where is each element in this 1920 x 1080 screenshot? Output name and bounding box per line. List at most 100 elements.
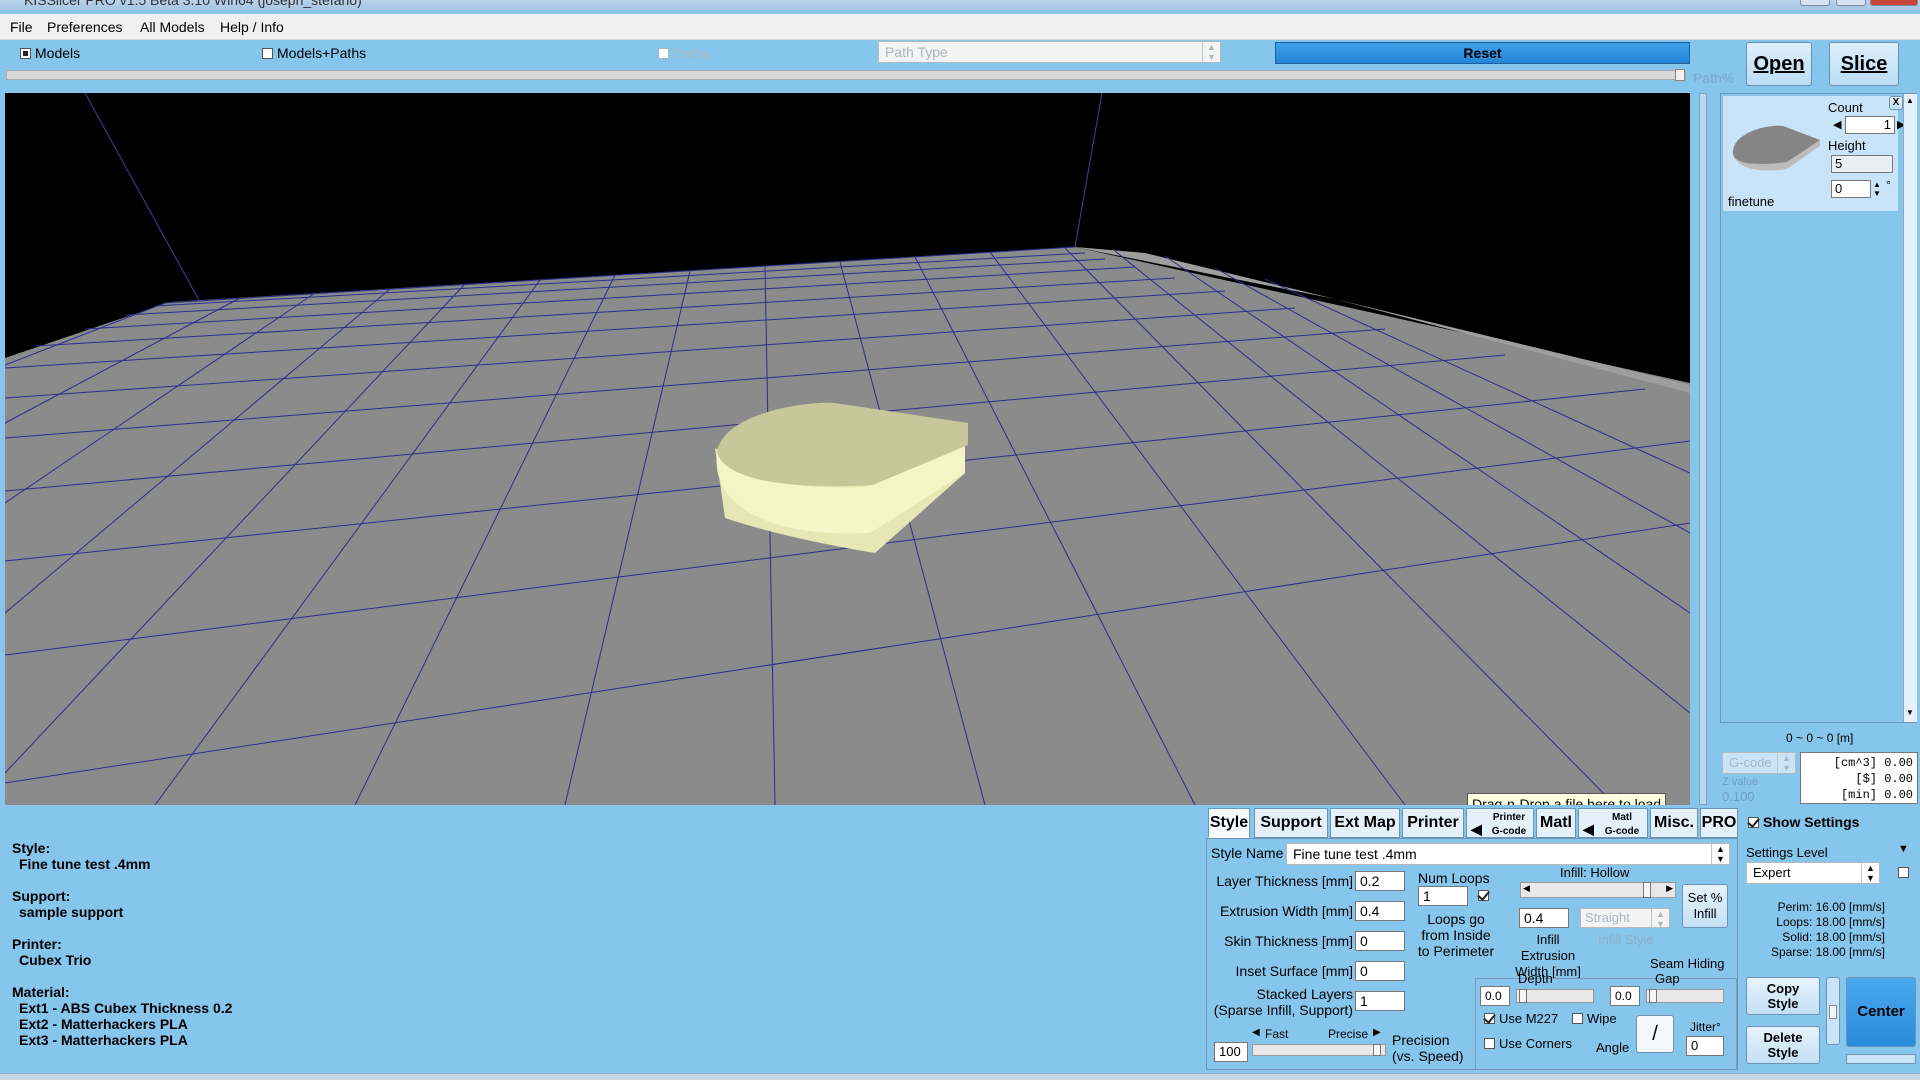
menu-file[interactable]: File (10, 19, 33, 35)
tab-matl-gcode[interactable]: ◀ Matl G-code (1578, 808, 1648, 838)
menu-help-info[interactable]: Help / Info (220, 19, 284, 35)
depth-slider[interactable] (1516, 989, 1594, 1003)
show-settings-checkbox[interactable]: Show Settings (1748, 814, 1859, 830)
center-button-strip[interactable] (1846, 1054, 1916, 1064)
center-button[interactable]: Center (1846, 977, 1916, 1047)
jitter-input[interactable]: 0 (1686, 1036, 1724, 1056)
rotation-spinner-icon[interactable]: ▲ ▼ (1873, 180, 1881, 198)
style-list-scroller[interactable] (1826, 977, 1840, 1045)
minimize-button[interactable] (1800, 0, 1830, 6)
inset-surface-input[interactable]: 0 (1355, 961, 1405, 981)
paths-radio[interactable]: Paths (658, 45, 709, 61)
3d-viewport[interactable]: Drag-n-Drop a file here to load (5, 93, 1690, 805)
num-loops-input[interactable]: 1 (1418, 886, 1468, 906)
open-button[interactable]: Open (1746, 42, 1812, 86)
gcode-select[interactable]: G-code ▲ ▼ (1722, 752, 1796, 774)
use-m227-checkbox[interactable]: Use M227 (1484, 1011, 1558, 1026)
tab-pro[interactable]: PRO (1700, 808, 1738, 838)
settings-level-select[interactable]: Expert ▲ ▼ (1746, 862, 1880, 884)
set-infill-button[interactable]: Set % Infill (1682, 884, 1728, 928)
material-summary-value-2: Ext2 - Matterhackers PLA (19, 1016, 188, 1032)
path-slider-handle[interactable] (1675, 69, 1685, 81)
model-list-panel: finetune Count ◀ 1 ▶ Height 5 0 ▲ ▼ ° X ▲… (1720, 93, 1917, 723)
tab-ext-map[interactable]: Ext Map (1330, 808, 1400, 838)
menu-preferences[interactable]: Preferences (47, 19, 122, 35)
gap-input[interactable]: 0.0 (1610, 986, 1640, 1006)
scroll-down-icon[interactable]: ▼ (1906, 708, 1914, 717)
tab-printer[interactable]: Printer (1402, 808, 1464, 838)
path-type-select[interactable]: Path Type ▲ ▼ (878, 41, 1221, 63)
chevron-down-icon[interactable]: ▼ (1898, 843, 1909, 855)
models-paths-radio-box[interactable] (262, 47, 273, 59)
scroll-up-icon[interactable]: ▲ (1906, 96, 1914, 105)
delete-style-button[interactable]: Delete Style (1746, 1026, 1820, 1064)
use-corners-checkbox[interactable]: Use Corners (1484, 1036, 1572, 1051)
perim-speed: Perim: 16.00 [mm/s] (1777, 900, 1885, 914)
splitter-bar[interactable] (1699, 93, 1707, 805)
stacked-layers-label-line1: Stacked Layers (1256, 986, 1354, 1002)
style-list-scroller-handle[interactable] (1829, 1005, 1837, 1019)
tab-printer-gcode[interactable]: ◀ Printer G-code (1466, 808, 1534, 838)
stacked-layers-input[interactable]: 1 (1355, 991, 1405, 1011)
count-decrement-icon[interactable]: ◀ (1833, 118, 1841, 131)
path-percent-slider[interactable] (6, 69, 1686, 81)
num-loops-checkbox[interactable] (1478, 890, 1489, 901)
count-input[interactable]: 1 (1845, 116, 1895, 134)
loops-direction-label: Loops go from Inside to Perimeter (1416, 911, 1496, 959)
infill-slider[interactable]: ◀ ▶ (1520, 882, 1676, 898)
wipe-checkbox[interactable]: Wipe (1572, 1011, 1617, 1026)
angle-label: Angle (1596, 1040, 1630, 1055)
slice-button[interactable]: Slice (1829, 42, 1899, 86)
style-name-select[interactable]: Fine tune test .4mm ▲ ▼ (1286, 843, 1730, 865)
models-radio[interactable]: Models (20, 45, 80, 61)
skin-thickness-input[interactable]: 0 (1355, 931, 1405, 951)
gap-label: Gap (1655, 971, 1680, 986)
close-window-button[interactable] (1870, 0, 1918, 6)
viewport-splitter[interactable] (1693, 93, 1713, 805)
show-settings-box[interactable] (1748, 816, 1759, 828)
depth-slider-handle[interactable] (1519, 989, 1527, 1003)
models-paths-radio[interactable]: Models+Paths (262, 45, 366, 61)
paths-radio-box[interactable] (658, 47, 669, 59)
infill-slider-handle[interactable] (1643, 882, 1651, 898)
settings-level-checkbox[interactable] (1898, 867, 1909, 878)
infill-extrusion-width-input[interactable]: 0.4 (1519, 908, 1569, 928)
gap-slider-handle[interactable] (1649, 989, 1657, 1003)
path-type-placeholder: Path Type (885, 44, 948, 60)
gap-slider[interactable] (1646, 989, 1724, 1003)
use-m227-box[interactable] (1484, 1013, 1495, 1024)
precision-input[interactable]: 100 (1214, 1042, 1248, 1062)
stacked-layers-label: Stacked Layers (Sparse Infill, Support) (1211, 986, 1353, 1018)
tab-support[interactable]: Support (1254, 808, 1328, 838)
material-summary-label: Material: (12, 984, 70, 1000)
extrusion-width-input[interactable]: 0.4 (1355, 901, 1405, 921)
model-list-scrollbar[interactable]: ▲ ▼ (1903, 94, 1917, 722)
support-summary-value: sample support (19, 904, 124, 920)
reset-button[interactable]: Reset (1275, 42, 1690, 64)
model-name: finetune (1728, 194, 1775, 209)
slider-right-arrow-icon[interactable]: ▶ (1666, 883, 1673, 894)
delete-style-line2: Style (1767, 1045, 1799, 1060)
use-corners-box[interactable] (1484, 1038, 1495, 1049)
infill-style-select[interactable]: Straight ▲ ▼ (1580, 908, 1670, 929)
layer-thickness-input[interactable]: 0.2 (1355, 871, 1405, 891)
tab-matl[interactable]: Matl (1536, 808, 1576, 838)
maximize-button[interactable] (1836, 0, 1866, 6)
wipe-box[interactable] (1572, 1013, 1583, 1024)
height-input[interactable]: 5 (1831, 155, 1893, 173)
slider-left-arrow-icon[interactable]: ◀ (1523, 883, 1530, 894)
angle-dial[interactable]: / (1636, 1015, 1674, 1053)
model-card[interactable]: finetune Count ◀ 1 ▶ Height 5 0 ▲ ▼ ° (1723, 96, 1905, 211)
copy-style-button[interactable]: Copy Style (1746, 977, 1820, 1015)
tab-misc[interactable]: Misc. (1650, 808, 1698, 838)
fast-arrow-icon: ◀ (1252, 1027, 1260, 1038)
tab-style[interactable]: Style (1208, 808, 1250, 838)
models-radio-box[interactable] (20, 47, 31, 59)
menu-all-models[interactable]: All Models (140, 19, 205, 35)
precision-slider[interactable] (1252, 1044, 1386, 1056)
precision-slider-handle[interactable] (1373, 1044, 1381, 1056)
close-model-button[interactable]: X (1889, 96, 1903, 110)
rotation-input[interactable]: 0 (1831, 180, 1871, 198)
infill-extrusion-width-line1: Infill Extrusion (1520, 932, 1576, 963)
depth-input[interactable]: 0.0 (1480, 986, 1510, 1006)
